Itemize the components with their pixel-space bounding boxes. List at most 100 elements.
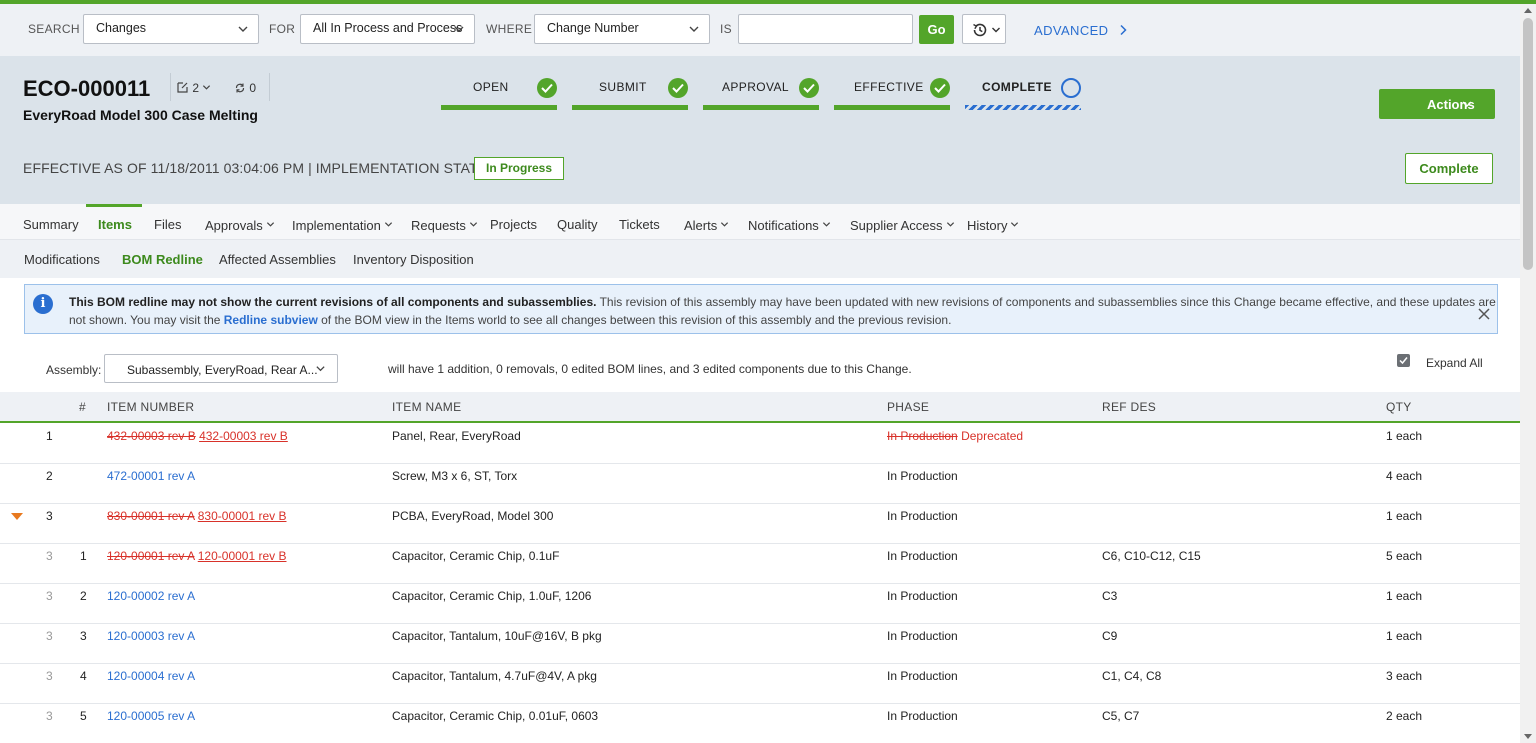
item-number-cell: 120-00002 rev A: [107, 589, 195, 603]
row-number: 4: [80, 669, 87, 683]
item-number-link[interactable]: 120-00001 rev B: [198, 549, 287, 563]
check-circle-icon: [537, 78, 557, 98]
tab-history[interactable]: History: [967, 217, 1019, 233]
item-number-cell: 830-00001 rev A 830-00001 rev B: [107, 509, 286, 523]
row-number: 1: [46, 429, 53, 443]
history-icon: [973, 23, 987, 37]
workflow-step-label: COMPLETE: [982, 80, 1052, 94]
expand-all-checkbox[interactable]: [1397, 354, 1410, 367]
tab-supplier-access[interactable]: Supplier Access: [850, 217, 955, 233]
refresh-icon: [235, 83, 245, 93]
quantity: 4 each: [1386, 469, 1423, 483]
where-label: WHERE: [486, 22, 533, 36]
attachments-dropdown[interactable]: 2: [176, 81, 211, 95]
table-row[interactable]: 3 830-00001 rev A 830-00001 rev B PCBA, Ev…: [0, 504, 1520, 544]
workflow-step-label: APPROVAL: [722, 80, 790, 94]
subtab-inventory-disposition[interactable]: Inventory Disposition: [353, 252, 474, 267]
go-button[interactable]: Go: [919, 15, 954, 44]
phase: In Production: [887, 629, 958, 643]
tab-summary[interactable]: Summary: [23, 217, 79, 232]
phase-cell: In Production: [887, 629, 958, 643]
complete-button[interactable]: Complete: [1405, 153, 1493, 184]
ref-des: C1, C4, C8: [1102, 669, 1162, 683]
chevron-down-icon: [946, 217, 955, 227]
advanced-search-link[interactable]: ADVANCED: [1034, 23, 1128, 38]
change-meta: 2 0: [170, 73, 270, 101]
assembly-select[interactable]: Subassembly, EveryRoad, Rear A...: [104, 354, 338, 383]
close-icon[interactable]: [1477, 307, 1491, 321]
info-message: This BOM redline may not show the curren…: [69, 293, 1497, 329]
tab-label: Files: [154, 217, 182, 232]
item-name: PCBA, EveryRoad, Model 300: [392, 509, 554, 523]
tab-quality[interactable]: Quality: [557, 217, 597, 232]
workflow-step-bar: [703, 105, 819, 110]
table-row[interactable]: 3 2 120-00002 rev A Capacitor, Ceramic Chip…: [0, 584, 1520, 624]
chevron-down-icon: [992, 27, 1000, 33]
tab-items[interactable]: Items: [98, 217, 132, 232]
table-row[interactable]: 3 1 120-00001 rev A 120-00001 rev B Capacit…: [0, 544, 1520, 584]
item-number-link[interactable]: 830-00001 rev B: [198, 509, 287, 523]
scroll-down-arrow[interactable]: [1524, 734, 1532, 739]
assembly-value: Subassembly, EveryRoad, Rear A...: [127, 363, 318, 377]
tab-label: Tickets: [619, 217, 660, 232]
item-number-link[interactable]: 120-00005 rev A: [107, 709, 195, 723]
scrollbar[interactable]: [1520, 4, 1536, 743]
phase: In Production: [887, 469, 958, 483]
relationships-count: 0: [249, 81, 257, 95]
item-number-link[interactable]: 120-00004 rev A: [107, 669, 195, 683]
phase: In Production: [887, 709, 958, 723]
tab-tickets[interactable]: Tickets: [619, 217, 660, 232]
item-number-link[interactable]: 432-00003 rev B: [199, 429, 288, 443]
item-number-cell: 120-00005 rev A: [107, 709, 195, 723]
tab-projects[interactable]: Projects: [490, 217, 537, 232]
tab-requests[interactable]: Requests: [411, 217, 478, 233]
tab-files[interactable]: Files: [154, 217, 181, 232]
item-number-link[interactable]: 120-00002 rev A: [107, 589, 195, 603]
tab-alerts[interactable]: Alerts: [684, 217, 729, 233]
search-type-select[interactable]: Changes: [83, 14, 259, 44]
table-row[interactable]: 2 472-00001 rev A Screw, M3 x 6, ST, Torx I…: [0, 464, 1520, 504]
table-row[interactable]: 1 432-00003 rev B 432-00003 rev B Panel, R…: [0, 424, 1520, 464]
where-select[interactable]: Change Number: [534, 14, 710, 44]
scroll-up-arrow[interactable]: [1524, 8, 1532, 13]
actions-button[interactable]: Actions: [1379, 89, 1495, 119]
item-name: Capacitor, Tantalum, 4.7uF@4V, A pkg: [392, 669, 597, 683]
redline-subview-link[interactable]: Redline subview: [224, 313, 318, 327]
subtab-affected-assemblies[interactable]: Affected Assemblies: [219, 252, 336, 267]
change-number: ECO-000011: [23, 76, 151, 101]
col-header-number[interactable]: #: [79, 400, 86, 414]
col-header-qty[interactable]: QTY: [1386, 400, 1412, 414]
item-number-link[interactable]: 472-00001 rev A: [107, 469, 195, 483]
table-row[interactable]: 3 5 120-00005 rev A Capacitor, Ceramic Chip…: [0, 704, 1520, 743]
col-header-phase[interactable]: PHASE: [887, 400, 929, 414]
workflow-step-bar: [834, 105, 950, 110]
tab-approvals[interactable]: Approvals: [205, 217, 275, 233]
search-value-input[interactable]: [738, 14, 913, 44]
scrollbar-thumb[interactable]: [1523, 18, 1533, 270]
old-phase: In Production: [887, 429, 958, 443]
active-tab-indicator: [86, 204, 142, 207]
phase: In Production: [887, 509, 958, 523]
item-number-cell: 120-00003 rev A: [107, 629, 195, 643]
tab-notifications[interactable]: Notifications: [748, 217, 831, 233]
chevron-down-icon: [384, 217, 393, 227]
ref-des: C6, C10-C12, C15: [1102, 549, 1201, 563]
for-select[interactable]: All In Process and Process: [300, 14, 475, 44]
phase: In Production: [887, 549, 958, 563]
history-dropdown-button[interactable]: [962, 14, 1006, 44]
workflow-step-bar: [572, 105, 688, 110]
table-row[interactable]: 3 3 120-00003 rev A Capacitor, Tantalum, 10…: [0, 624, 1520, 664]
relationships-indicator[interactable]: 0: [234, 81, 256, 95]
col-header-item-name[interactable]: ITEM NAME: [392, 400, 461, 414]
chevron-down-icon: [316, 366, 325, 372]
subtab-modifications[interactable]: Modifications: [24, 252, 100, 267]
col-header-item-number[interactable]: ITEM NUMBER: [107, 400, 194, 414]
subtab-bom-redline[interactable]: BOM Redline: [122, 252, 203, 267]
table-row[interactable]: 3 4 120-00004 rev A Capacitor, Tantalum, 4.…: [0, 664, 1520, 704]
col-header-ref-des[interactable]: REF DES: [1102, 400, 1156, 414]
tab-implementation[interactable]: Implementation: [292, 217, 393, 233]
search-label: SEARCH: [28, 22, 80, 36]
item-number-link[interactable]: 120-00003 rev A: [107, 629, 195, 643]
info-icon: i: [33, 294, 53, 314]
expand-triangle-icon[interactable]: [11, 513, 23, 520]
